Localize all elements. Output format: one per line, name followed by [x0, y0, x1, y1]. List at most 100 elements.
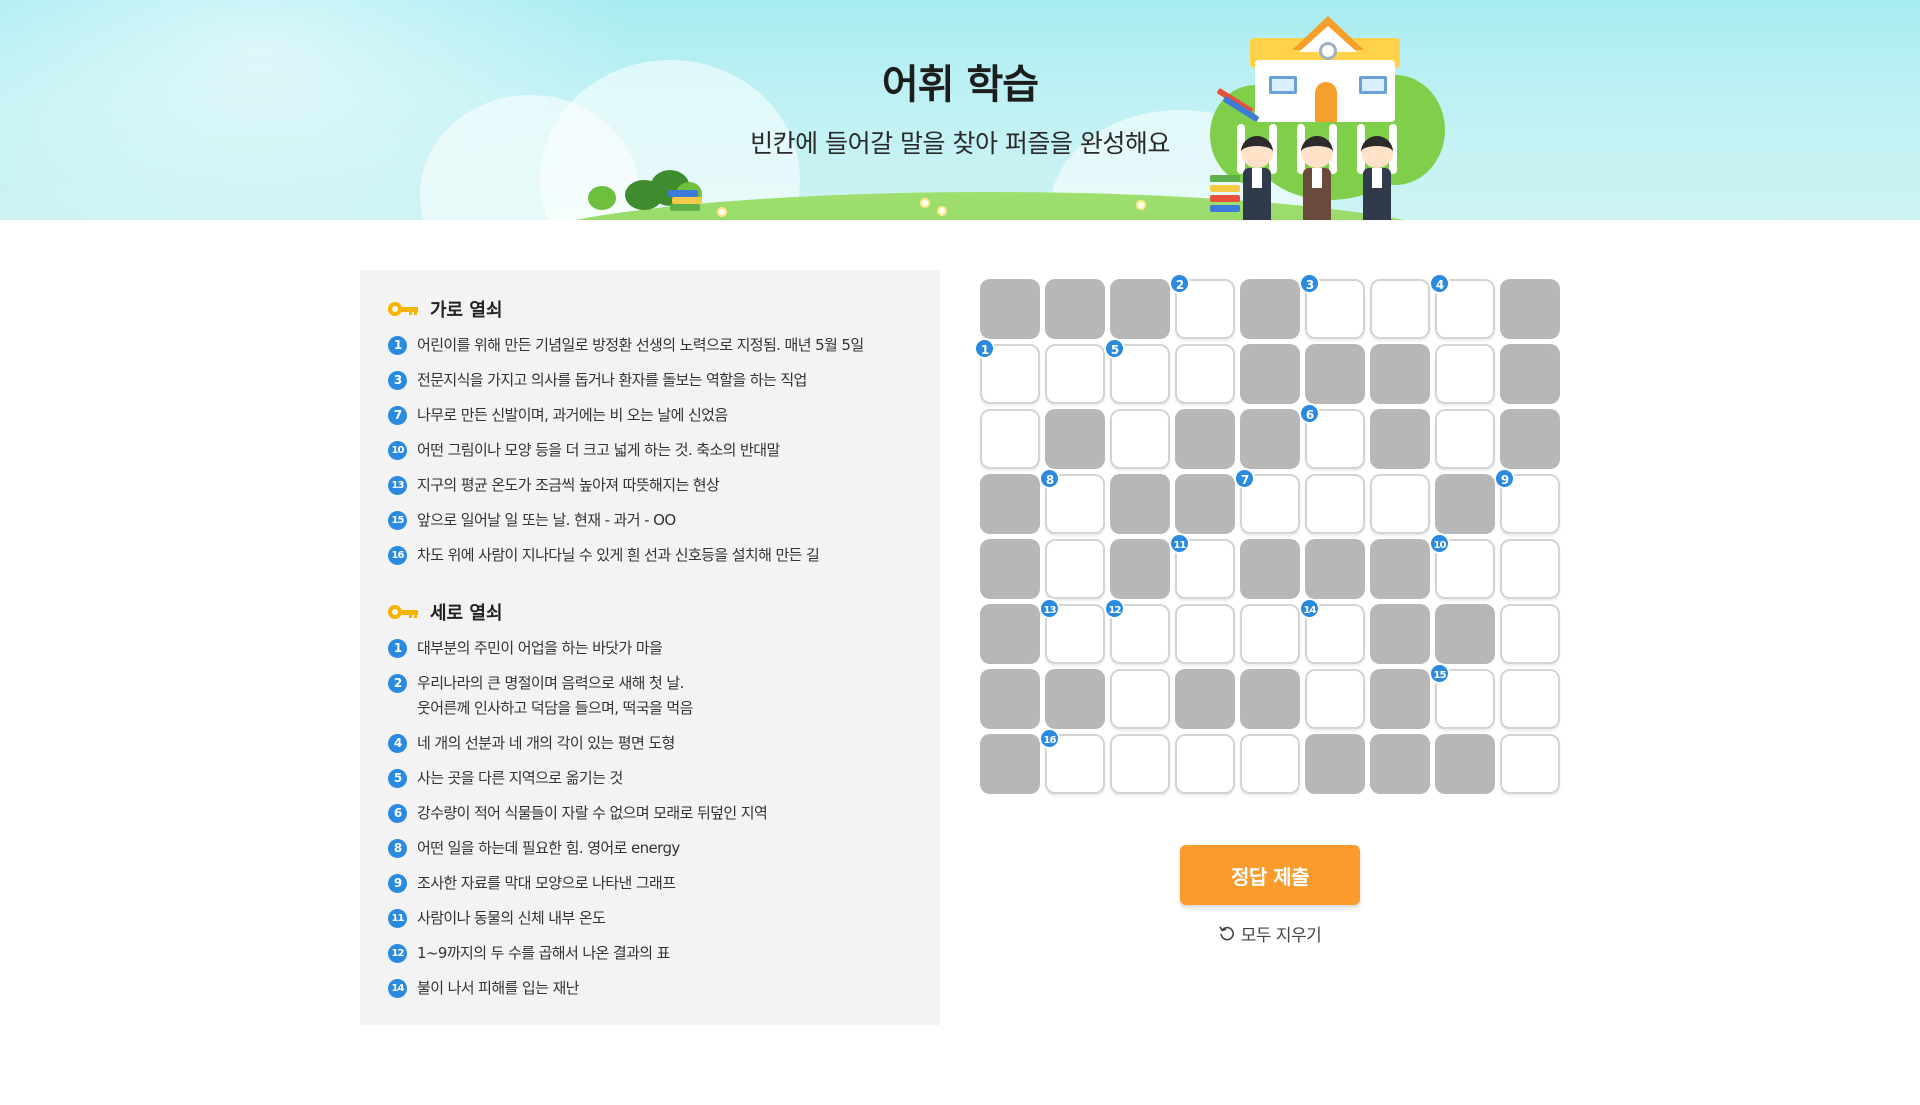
clue-number-badge: 4: [388, 734, 407, 753]
across-clue-item: 7 나무로 만든 신발이며, 과거에는 비 오는 날에 신었음: [388, 403, 928, 428]
answer-cell[interactable]: [1110, 734, 1170, 794]
cell-number-badge: 13: [1039, 598, 1060, 619]
clue-text: 어린이를 위해 만든 기념일로 방정환 선생의 노력으로 지정됨. 매년 5월 …: [417, 336, 864, 354]
answer-cell[interactable]: 16: [1039, 728, 1105, 794]
answer-cell[interactable]: [1500, 734, 1560, 794]
clue-text: 강수량이 적어 식물들이 자랄 수 없으며 모래로 뒤덮인 지역: [417, 804, 768, 822]
answer-cell[interactable]: 6: [1299, 403, 1365, 469]
blocked-cell: [1500, 279, 1560, 339]
clue-text: 대부분의 주민이 어업을 하는 바닷가 마을: [417, 639, 663, 657]
answer-cell[interactable]: [1370, 474, 1430, 534]
answer-cell[interactable]: [980, 409, 1040, 469]
answer-cell[interactable]: [1305, 669, 1365, 729]
cell-number-badge: 2: [1169, 273, 1190, 294]
answer-cell[interactable]: [1045, 344, 1105, 404]
clue-number-badge: 3: [388, 371, 407, 390]
cell-number-badge: 1: [974, 338, 995, 359]
answer-cell[interactable]: 11: [1169, 533, 1235, 599]
blocked-cell: [1370, 409, 1430, 469]
clue-number-badge: 10: [388, 441, 407, 460]
across-clue-item: 13 지구의 평균 온도가 조금씩 높아져 따뜻해지는 현상: [388, 473, 928, 498]
blocked-cell: [1305, 539, 1365, 599]
answer-cell[interactable]: 14: [1299, 598, 1365, 664]
cell-number-badge: 9: [1494, 468, 1515, 489]
clue-number-badge: 1: [388, 639, 407, 658]
blocked-cell: [1045, 409, 1105, 469]
clue-number-badge: 8: [388, 839, 407, 858]
clue-text: 지구의 평균 온도가 조금씩 높아져 따뜻해지는 현상: [417, 476, 720, 494]
clue-text: 사람이나 동물의 신체 내부 온도: [417, 909, 606, 927]
answer-cell[interactable]: [1500, 604, 1560, 664]
clue-text: 전문지식을 가지고 의사를 돕거나 환자를 돌보는 역할을 하는 직업: [417, 371, 807, 389]
clue-number-badge: 12: [388, 944, 407, 963]
blocked-cell: [1110, 539, 1170, 599]
clue-text: 앞으로 일어날 일 또는 날. 현재 - 과거 - OO: [417, 511, 676, 529]
header-banner: 어휘 학습 빈칸에 들어갈 말을 찾아 퍼즐을 완성해요: [0, 0, 1920, 220]
blocked-cell: [980, 279, 1040, 339]
clear-all-label: 모두 지우기: [1240, 925, 1322, 946]
answer-cell[interactable]: [1435, 344, 1495, 404]
clue-number-badge: 14: [388, 979, 407, 998]
answer-cell[interactable]: [1435, 409, 1495, 469]
cell-number-badge: 10: [1429, 533, 1450, 554]
answer-cell[interactable]: 10: [1429, 533, 1495, 599]
blocked-cell: [1435, 734, 1495, 794]
cell-number-badge: 15: [1429, 663, 1450, 684]
answer-cell[interactable]: 5: [1104, 338, 1170, 404]
clue-number-badge: 9: [388, 874, 407, 893]
clear-all-button[interactable]: 모두 지우기: [1215, 918, 1325, 948]
clue-text: 사는 곳을 다른 지역으로 옮기는 것: [417, 769, 623, 787]
answer-cell[interactable]: [1370, 279, 1430, 339]
cell-number-badge: 16: [1039, 728, 1060, 749]
answer-cell[interactable]: 3: [1299, 273, 1365, 339]
answer-cell[interactable]: 8: [1039, 468, 1105, 534]
blocked-cell: [980, 734, 1040, 794]
answer-cell[interactable]: 12: [1104, 598, 1170, 664]
blocked-cell: [1045, 279, 1105, 339]
answer-cell[interactable]: [1110, 669, 1170, 729]
down-clue-item: 9 조사한 자료를 막대 모양으로 나타낸 그래프: [388, 871, 928, 896]
crossword-grid: 2 3 4 1 5 6 8 7 9 11 10 13 12 14 15 16: [974, 273, 1560, 795]
answer-cell[interactable]: [1240, 604, 1300, 664]
answer-cell[interactable]: 13: [1039, 598, 1105, 664]
across-clue-item: 1 어린이를 위해 만든 기념일로 방정환 선생의 노력으로 지정됨. 매년 5월…: [388, 333, 928, 358]
down-clue-item: 5 사는 곳을 다른 지역으로 옮기는 것: [388, 766, 928, 791]
blocked-cell: [1370, 539, 1430, 599]
reset-icon: [1219, 926, 1234, 941]
answer-cell[interactable]: [1175, 604, 1235, 664]
cell-number-badge: 4: [1429, 273, 1450, 294]
cell-number-badge: 14: [1299, 598, 1320, 619]
answer-cell[interactable]: 15: [1429, 663, 1495, 729]
down-clue-item: 4 네 개의 선분과 네 개의 각이 있는 평면 도형: [388, 731, 928, 756]
answer-cell[interactable]: [1175, 734, 1235, 794]
clue-number-badge: 15: [388, 511, 407, 530]
answer-cell[interactable]: 7: [1234, 468, 1300, 534]
blocked-cell: [1500, 409, 1560, 469]
answer-cell[interactable]: 2: [1169, 273, 1235, 339]
clue-number-badge: 13: [388, 476, 407, 495]
blocked-cell: [1435, 474, 1495, 534]
answer-cell[interactable]: 4: [1429, 273, 1495, 339]
answer-cell[interactable]: [1175, 344, 1235, 404]
answer-cell[interactable]: [1240, 734, 1300, 794]
clue-text: 차도 위에 사람이 지나다닐 수 있게 흰 선과 신호등을 설치해 만든 길: [417, 546, 820, 564]
blocked-cell: [1370, 669, 1430, 729]
answer-cell[interactable]: 9: [1494, 468, 1560, 534]
blocked-cell: [1240, 539, 1300, 599]
clue-panel: 가로 열쇠 1 어린이를 위해 만든 기념일로 방정환 선생의 노력으로 지정됨.…: [360, 270, 940, 1025]
submit-answer-button[interactable]: 정답 제출: [1180, 845, 1360, 905]
answer-cell[interactable]: 1: [974, 338, 1040, 404]
clue-number-badge: 5: [388, 769, 407, 788]
answer-cell[interactable]: [1500, 669, 1560, 729]
answer-cell[interactable]: [1500, 539, 1560, 599]
clue-text: 우리나라의 큰 명절이며 음력으로 새해 첫 날. 웃어른께 인사하고 덕담을 …: [417, 674, 693, 717]
blocked-cell: [1305, 734, 1365, 794]
blocked-cell: [1175, 669, 1235, 729]
clue-number-badge: 7: [388, 406, 407, 425]
blocked-cell: [1175, 474, 1235, 534]
answer-cell[interactable]: [1305, 474, 1365, 534]
key-icon: [388, 605, 418, 619]
across-clues-title: 가로 열쇠: [430, 300, 503, 321]
answer-cell[interactable]: [1110, 409, 1170, 469]
answer-cell[interactable]: [1045, 539, 1105, 599]
